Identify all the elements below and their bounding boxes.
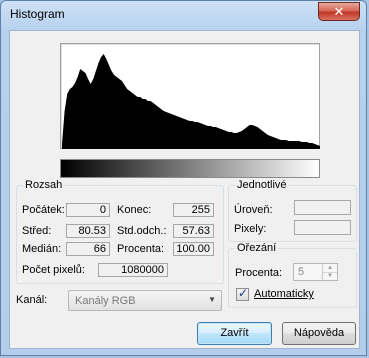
start-label: Počátek: (22, 204, 65, 216)
luminance-gradient-bar (60, 159, 320, 178)
mean-label: Střed: (22, 225, 52, 237)
histogram-plot (62, 54, 320, 149)
single-pixels-label: Pixely: (234, 223, 267, 235)
channel-selected-value: Kanály RGB (75, 295, 136, 307)
percent-value: 100.00 (173, 242, 214, 256)
close-window-button[interactable]: ✕ (318, 2, 360, 21)
dialog-body: Rozsah Počátek: 0 Konec: 255 Střed: 80.5… (9, 30, 360, 349)
title-bar[interactable]: Histogram ✕ (1, 1, 366, 29)
auto-label[interactable]: Automaticky (254, 288, 314, 300)
window-title: Histogram (10, 7, 65, 21)
clip-percent-value: 5 (298, 266, 305, 278)
std-dev-value: 57.63 (173, 224, 214, 238)
close-button[interactable]: Zavřít (197, 322, 272, 345)
start-value: 0 (66, 203, 110, 217)
channel-label: Kanál: (16, 294, 48, 306)
single-legend: Jednotlivé (237, 179, 287, 191)
level-label: Úroveň: (234, 204, 273, 216)
clip-percent-label: Procenta: (235, 267, 283, 279)
channel-select[interactable]: Kanály RGB ▼ (68, 290, 222, 311)
median-value: 66 (66, 242, 110, 256)
level-value (294, 200, 351, 215)
median-label: Medián: (22, 243, 62, 255)
single-pixels-value (294, 220, 351, 235)
histogram-area (62, 54, 320, 149)
histogram-dialog: Histogram ✕ Rozsah Počátek: 0 Konec: 255… (0, 0, 367, 356)
auto-checkbox[interactable]: ✓ (236, 286, 249, 301)
range-legend: Rozsah (25, 179, 63, 191)
pixel-count-label: Počet pixelů: (22, 264, 85, 276)
end-label: Konec: (117, 204, 152, 216)
clip-legend: Ořezání (237, 242, 277, 254)
help-button[interactable]: Nápověda (282, 322, 356, 345)
histogram-graph (60, 43, 320, 149)
stepper-down-icon[interactable]: ▼ (323, 272, 337, 280)
mean-value: 80.53 (66, 224, 110, 238)
clip-percent-stepper[interactable]: 5 ▲ ▼ (293, 263, 338, 281)
pixel-count-value: 1080000 (98, 263, 168, 277)
chevron-down-icon: ▼ (208, 295, 216, 304)
percent-label: Procenta: (117, 243, 165, 255)
clip-group: Ořezání Procenta: 5 ▲ ▼ ✓ Automaticky (228, 242, 357, 308)
std-dev-label: Std.odch.: (117, 225, 167, 237)
close-icon: ✕ (333, 4, 345, 19)
stepper-arrows[interactable]: ▲ ▼ (322, 264, 337, 280)
end-value: 255 (173, 203, 214, 217)
checkmark-icon: ✓ (238, 286, 249, 300)
